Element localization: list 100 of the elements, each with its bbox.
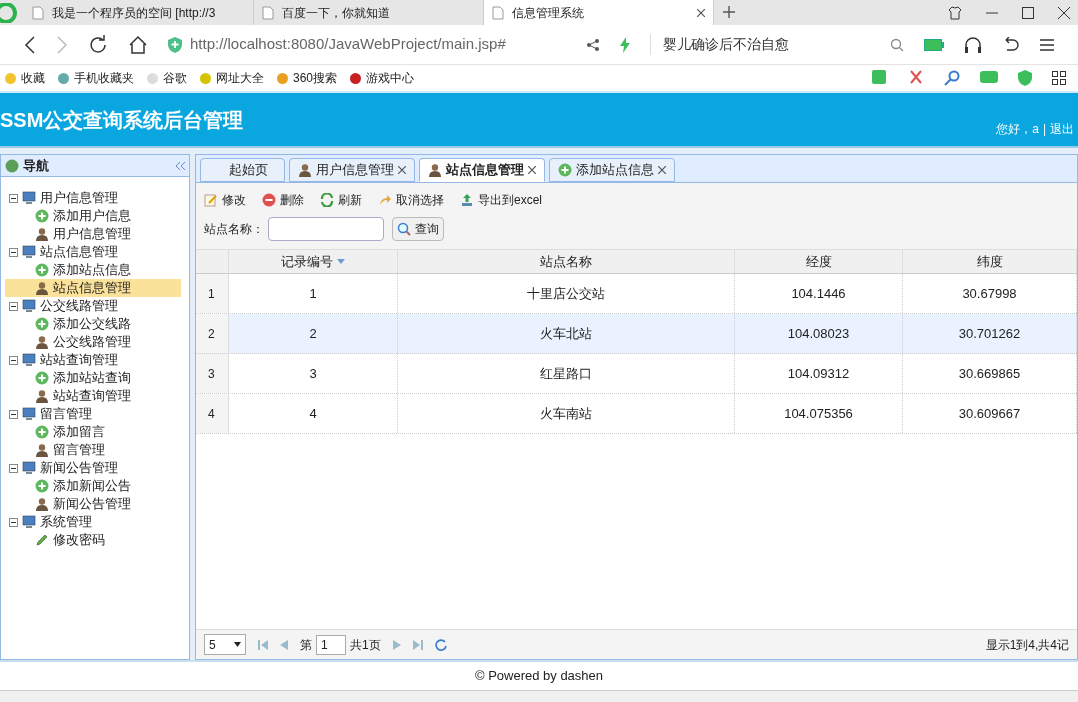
content-tab[interactable]: 添加站点信息 <box>549 158 675 182</box>
menu-icon[interactable] <box>1040 37 1054 52</box>
content-tab[interactable]: 站点信息管理 <box>419 158 545 182</box>
page-size-select[interactable]: 5 <box>204 634 246 655</box>
tree-item[interactable]: 留言管理 <box>5 441 181 459</box>
content-tab[interactable]: 起始页 <box>200 158 285 182</box>
toolbar-button[interactable]: 刷新 <box>320 191 362 209</box>
close-icon[interactable] <box>658 166 666 174</box>
person-icon <box>35 497 49 511</box>
toolbar-button[interactable]: 修改 <box>204 191 246 209</box>
collapse-toggle-icon[interactable] <box>9 355 18 365</box>
row-number: 2 <box>196 314 229 353</box>
tree-item[interactable]: 站站查询管理 <box>5 387 181 405</box>
tree-item[interactable]: 添加新闻公告 <box>5 477 181 495</box>
person-icon <box>298 163 312 177</box>
address-field[interactable]: http://localhost:8080/JavaWebProject/main.jsp# <box>190 33 506 56</box>
tree-node[interactable]: 站站查询管理 <box>5 351 189 369</box>
plus-circle-icon <box>35 317 49 331</box>
collapse-icon[interactable] <box>176 161 185 170</box>
collapse-toggle-icon[interactable] <box>9 409 18 419</box>
tree-item[interactable]: 添加用户信息 <box>5 207 181 225</box>
tree-item[interactable]: 添加站站查询 <box>5 369 181 387</box>
table-row[interactable]: 2 2 火车北站 104.08023 30.701262 <box>196 314 1077 354</box>
collapse-toggle-icon[interactable] <box>9 517 18 527</box>
page-number-field[interactable]: 1 <box>316 634 346 655</box>
toolbar-button[interactable]: 导出到excel <box>460 191 542 209</box>
tree-item[interactable]: 新闻公告管理 <box>5 495 181 513</box>
monitor-icon <box>22 299 36 313</box>
monitor-icon <box>22 515 36 529</box>
tree-node[interactable]: 站点信息管理 <box>5 243 189 261</box>
tab-title: 百度一下，你就知道 <box>282 4 391 22</box>
scissors-icon[interactable] <box>908 70 924 86</box>
bookmark-link[interactable]: 360搜索 <box>276 69 338 87</box>
table-cell: 火车南站 <box>398 394 735 433</box>
plus-circle-icon <box>35 371 49 385</box>
station-name-field[interactable] <box>268 217 384 241</box>
footer-text: © Powered by dashen <box>474 667 604 686</box>
search-icon[interactable] <box>890 37 904 52</box>
table-row[interactable]: 3 3 红星路口 104.09312 30.669865 <box>196 354 1077 394</box>
bookmark-link[interactable]: 谷歌 <box>146 69 187 87</box>
back-icon[interactable] <box>24 35 36 54</box>
tree-item[interactable]: 添加留言 <box>5 423 181 441</box>
tree-node[interactable]: 系统管理 <box>5 513 189 531</box>
tree-node[interactable]: 新闻公告管理 <box>5 459 189 477</box>
column-header[interactable]: 记录编号 <box>229 250 398 273</box>
bookmark-link[interactable]: 网址大全 <box>199 69 264 87</box>
close-icon[interactable] <box>1058 6 1070 19</box>
tree-node[interactable]: 用户信息管理 <box>5 189 189 207</box>
table-cell: 1 <box>229 274 398 313</box>
curved-arrow-icon <box>378 193 392 207</box>
search-field[interactable]: 婴儿确诊后不治自愈 <box>650 34 870 55</box>
tree-item[interactable]: 修改密码 <box>5 531 181 549</box>
tree-node[interactable]: 留言管理 <box>5 405 189 423</box>
collapse-toggle-icon[interactable] <box>9 193 18 203</box>
shirt-icon[interactable] <box>948 5 962 20</box>
table-row[interactable]: 4 4 火车南站 104.075356 30.609667 <box>196 394 1077 434</box>
reload-icon[interactable] <box>88 34 108 55</box>
toolbar-button[interactable]: 删除 <box>262 191 304 209</box>
tree-item[interactable]: 添加站点信息 <box>5 261 181 279</box>
grid-icon[interactable] <box>1052 71 1066 85</box>
browser-tab[interactable]: 信息管理系统 <box>484 0 714 25</box>
bookmark-link[interactable]: 游戏中心 <box>349 69 415 87</box>
minus-circle-icon <box>262 193 276 207</box>
tree-node[interactable]: 公交线路管理 <box>5 297 189 315</box>
battery-icon[interactable] <box>924 38 944 51</box>
bookmark-link[interactable]: 收藏 <box>4 69 45 87</box>
tree-item[interactable]: 站点信息管理 <box>5 279 181 297</box>
query-button[interactable]: 查询 <box>392 217 444 241</box>
person-icon <box>35 281 49 295</box>
table-row[interactable]: 1 1 十里店公交站 104.1446 30.67998 <box>196 274 1077 314</box>
column-header[interactable]: 站点名称 <box>398 250 735 273</box>
toolbar-button[interactable]: 取消选择 <box>378 191 444 209</box>
search-icon <box>397 222 411 236</box>
close-icon[interactable] <box>528 166 536 174</box>
table-cell: 104.1446 <box>735 274 903 313</box>
new-tab-icon[interactable] <box>722 5 736 19</box>
share-icon[interactable] <box>586 37 600 52</box>
tree-item[interactable]: 公交线路管理 <box>5 333 181 351</box>
person-icon <box>428 163 442 177</box>
magnifier-icon[interactable] <box>944 70 960 86</box>
table-cell: 3 <box>229 354 398 393</box>
home-icon[interactable] <box>128 34 148 55</box>
column-header[interactable]: 纬度 <box>903 250 1077 273</box>
collapse-toggle-icon[interactable] <box>9 301 18 311</box>
globe-icon <box>5 158 19 173</box>
headphones-icon[interactable] <box>964 35 982 54</box>
tree-item[interactable]: 用户信息管理 <box>5 225 181 243</box>
tree-item[interactable]: 添加公交线路 <box>5 315 181 333</box>
collapse-toggle-icon[interactable] <box>9 463 18 473</box>
column-header[interactable]: 经度 <box>735 250 903 273</box>
maximize-icon[interactable] <box>1022 6 1034 19</box>
table-cell: 104.075356 <box>735 394 903 433</box>
plus-circle-icon <box>35 425 49 439</box>
refresh-icon[interactable] <box>434 638 447 651</box>
collapse-toggle-icon[interactable] <box>9 247 18 257</box>
close-icon[interactable] <box>398 166 406 174</box>
bookmark-link[interactable]: 手机收藏夹 <box>57 69 134 87</box>
content-tab[interactable]: 用户信息管理 <box>289 158 415 182</box>
close-icon[interactable] <box>697 8 705 17</box>
bookmark-icon <box>57 71 70 85</box>
